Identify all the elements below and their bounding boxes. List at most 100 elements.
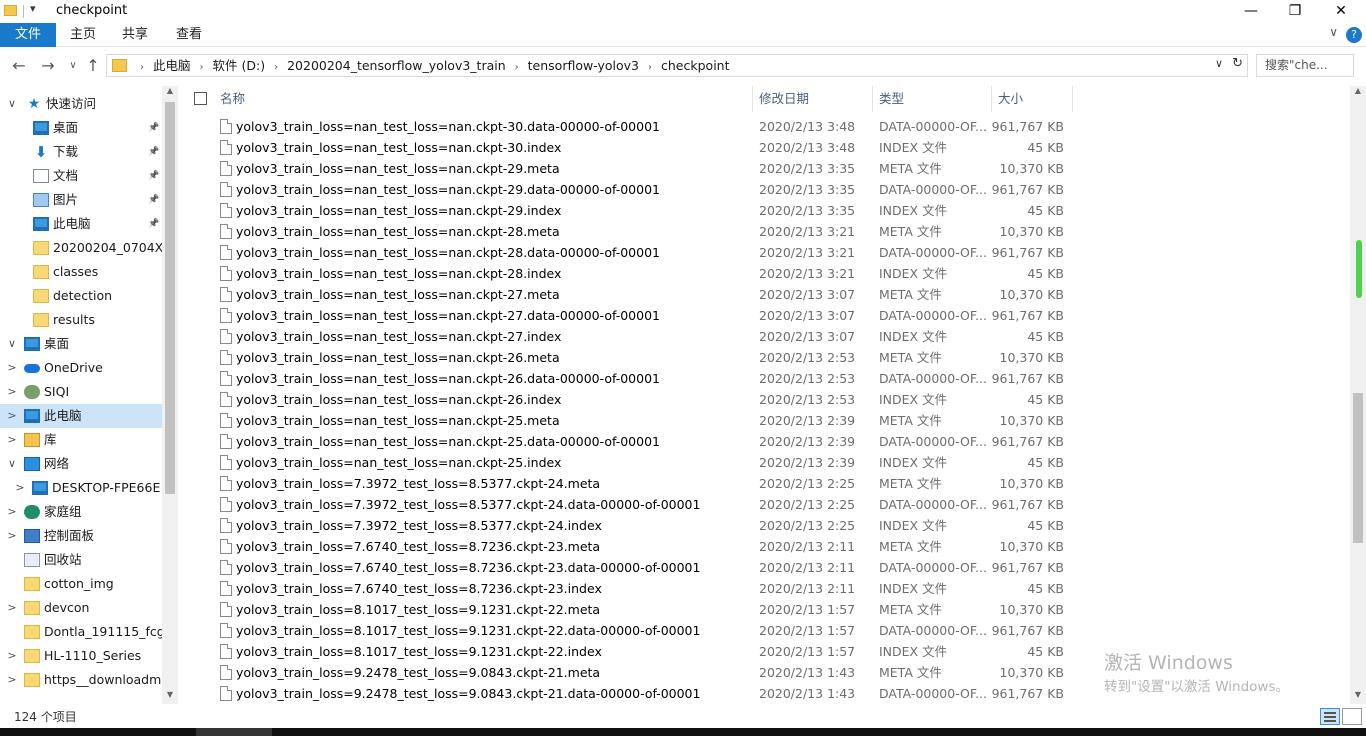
help-icon[interactable]: ? [1346,27,1362,43]
tab-file[interactable]: 文件 [0,23,56,47]
chevron-down-icon[interactable]: ∨ [6,332,18,356]
file-row[interactable]: yolov3_train_loss=nan_test_loss=nan.ckpt… [180,242,1350,263]
breadcrumb-item[interactable]: 软件 (D:) [213,58,266,73]
breadcrumb-item[interactable]: 此电脑 [153,58,191,73]
file-row[interactable]: yolov3_train_loss=7.6740_test_loss=8.723… [180,536,1350,557]
tab-home[interactable]: 主页 [56,23,110,47]
refresh-icon[interactable]: ↻ [1232,56,1243,71]
taskbar-item[interactable] [196,728,272,736]
nav-pane-scrollbar[interactable]: ▲ ▼ [162,86,178,704]
file-row[interactable]: yolov3_train_loss=7.3972_test_loss=8.537… [180,494,1350,515]
minimize-button[interactable]: — [1228,0,1274,23]
column-divider[interactable] [991,86,992,112]
chevron-right-icon[interactable]: > [6,500,18,524]
chevron-right-icon[interactable]: > [6,380,18,404]
chevron-right-icon[interactable]: > [6,668,18,692]
large-icons-view-icon[interactable] [1342,708,1362,725]
column-header-date[interactable]: 修改日期 [759,86,809,112]
chevron-right-icon[interactable]: › [648,62,652,73]
column-header-name[interactable]: 名称 [220,86,245,112]
breadcrumb-item[interactable]: checkpoint [661,58,729,73]
nav-item[interactable]: > 控制面板 [0,524,162,548]
file-row[interactable]: yolov3_train_loss=nan_test_loss=nan.ckpt… [180,326,1350,347]
file-row[interactable]: yolov3_train_loss=nan_test_loss=nan.ckpt… [180,368,1350,389]
maximize-button[interactable]: ❐ [1272,0,1318,23]
tab-share[interactable]: 共享 [108,23,162,47]
file-row[interactable]: yolov3_train_loss=nan_test_loss=nan.ckpt… [180,200,1350,221]
file-row[interactable]: yolov3_train_loss=nan_test_loss=nan.ckpt… [180,263,1350,284]
nav-item[interactable]: ∨ 网络 [0,452,162,476]
ribbon-expand-icon[interactable]: ∨ [1329,25,1338,39]
column-divider[interactable] [872,86,873,112]
file-row[interactable]: yolov3_train_loss=nan_test_loss=nan.ckpt… [180,452,1350,473]
tab-view[interactable]: 查看 [162,23,216,47]
scroll-up-icon[interactable]: ▲ [1350,86,1366,100]
chevron-right-icon[interactable]: > [6,428,18,452]
file-list-scrollbar[interactable]: ▲ ▼ [1350,86,1366,704]
scroll-down-icon[interactable]: ▼ [1350,690,1366,704]
nav-item[interactable]: 回收站 [0,548,162,572]
nav-item[interactable]: Dontla_191115_fcg [0,620,162,644]
file-row[interactable]: yolov3_train_loss=7.3972_test_loss=8.537… [180,473,1350,494]
back-button[interactable]: ← [8,56,30,76]
nav-item[interactable]: ∨ ★ 快速访问 [0,92,162,116]
chevron-right-icon[interactable]: > [6,524,18,548]
nav-item[interactable]: > DESKTOP-FPE66E [0,476,162,500]
file-row[interactable]: yolov3_train_loss=8.1017_test_loss=9.123… [180,599,1350,620]
recent-locations-button[interactable]: ∨ [62,56,84,76]
nav-item[interactable]: 此电脑 📌 [0,212,162,236]
forward-button[interactable]: → [37,56,59,76]
nav-item[interactable]: > https__downloadm [0,668,162,692]
file-row[interactable]: yolov3_train_loss=nan_test_loss=nan.ckpt… [180,116,1350,137]
nav-item[interactable]: cotton_img [0,572,162,596]
chevron-right-icon[interactable]: › [200,62,204,73]
chevron-right-icon[interactable]: › [140,62,144,73]
nav-item[interactable]: classes [0,260,162,284]
nav-item[interactable]: results [0,308,162,332]
nav-item[interactable]: > 此电脑 [0,404,162,428]
chevron-right-icon[interactable]: > [6,404,18,428]
up-button[interactable]: ↑ [82,56,104,76]
file-row[interactable]: yolov3_train_loss=8.1017_test_loss=9.123… [180,620,1350,641]
details-view-icon[interactable] [1320,708,1340,725]
file-row[interactable]: yolov3_train_loss=7.6740_test_loss=8.723… [180,557,1350,578]
breadcrumb-item[interactable]: tensorflow-yolov3 [528,58,639,73]
chevron-down-icon[interactable]: ∨ [6,92,18,116]
close-button[interactable]: ✕ [1318,0,1364,23]
file-row[interactable]: yolov3_train_loss=7.3972_test_loss=8.537… [180,515,1350,536]
file-row[interactable]: yolov3_train_loss=nan_test_loss=nan.ckpt… [180,431,1350,452]
column-header-size[interactable]: 大小 [998,86,1023,112]
chevron-down-icon[interactable]: ∨ [6,452,18,476]
chevron-right-icon[interactable]: > [6,596,18,620]
chevron-right-icon[interactable]: > [6,356,18,380]
nav-item[interactable]: ∨ 桌面 [0,332,162,356]
nav-item[interactable]: > SIQI [0,380,162,404]
file-row[interactable]: yolov3_train_loss=nan_test_loss=nan.ckpt… [180,389,1350,410]
address-bar[interactable]: › 此电脑 › 软件 (D:) › 20200204_tensorflow_yolov3_… [106,54,1248,77]
search-input[interactable]: 搜索"che... [1256,54,1354,77]
file-row[interactable]: yolov3_train_loss=nan_test_loss=nan.ckpt… [180,410,1350,431]
scrollbar-thumb[interactable] [165,102,175,494]
address-dropdown-icon[interactable]: ∨ [1215,57,1223,70]
nav-item[interactable]: > OneDrive [0,356,162,380]
column-divider[interactable] [752,86,753,112]
breadcrumb-item[interactable]: 20200204_tensorflow_yolov3_train [287,58,506,73]
nav-item[interactable]: 20200204_0704XJ_l [0,236,162,260]
scrollbar-thumb[interactable] [1353,393,1363,543]
nav-item[interactable]: ⬇ 下载 📌 [0,140,162,164]
nav-item[interactable]: 文档 📌 [0,164,162,188]
file-row[interactable]: yolov3_train_loss=nan_test_loss=nan.ckpt… [180,137,1350,158]
file-row[interactable]: yolov3_train_loss=nan_test_loss=nan.ckpt… [180,284,1350,305]
nav-item[interactable]: 桌面 📌 [0,116,162,140]
chevron-right-icon[interactable]: › [515,62,519,73]
nav-item[interactable]: detection [0,284,162,308]
select-all-checkbox[interactable] [194,92,207,105]
scroll-up-icon[interactable]: ▲ [162,86,178,100]
quick-access-toolbar-chevron-icon[interactable]: ▾ [30,2,36,15]
file-row[interactable]: yolov3_train_loss=nan_test_loss=nan.ckpt… [180,158,1350,179]
file-row[interactable]: yolov3_train_loss=7.6740_test_loss=8.723… [180,578,1350,599]
nav-item[interactable]: 图片 📌 [0,188,162,212]
nav-item[interactable]: > devcon [0,596,162,620]
nav-item[interactable]: > HL-1110_Series [0,644,162,668]
file-row[interactable]: yolov3_train_loss=nan_test_loss=nan.ckpt… [180,179,1350,200]
